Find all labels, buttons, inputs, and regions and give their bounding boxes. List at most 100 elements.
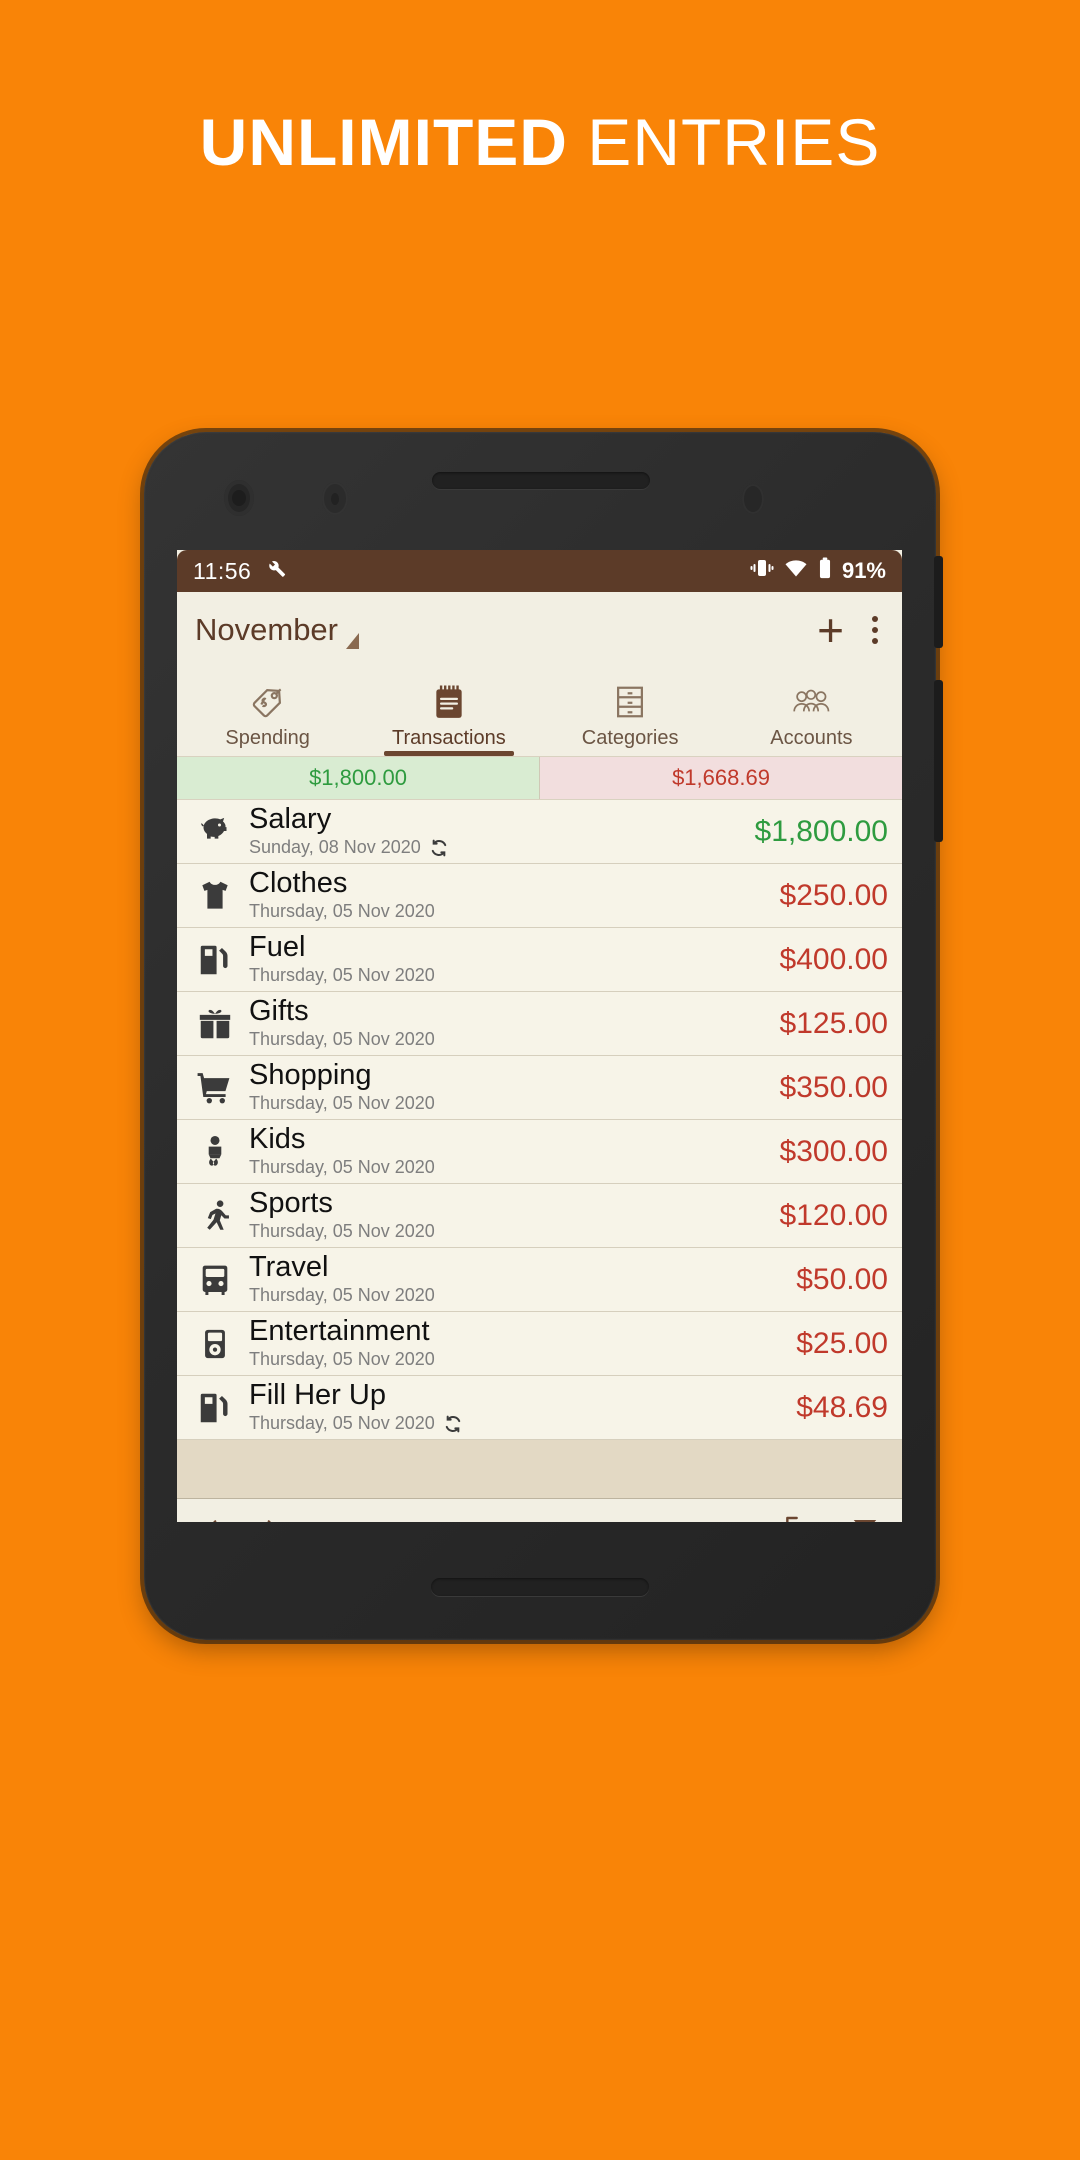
transaction-title: Fill Her Up [249,1378,386,1411]
earpiece-speaker [432,472,650,489]
fuel-pump-icon [187,941,243,979]
front-camera-icon [742,484,764,514]
wifi-icon [784,558,808,584]
transaction-title: Travel [249,1250,329,1283]
baby-icon [187,1133,243,1171]
transaction-date: Thursday, 05 Nov 2020 [249,1157,435,1178]
transaction-date: Thursday, 05 Nov 2020 [249,901,435,922]
tab-spending[interactable]: Spending [177,668,358,756]
transaction-date-row: Thursday, 05 Nov 2020 [249,1157,770,1178]
transaction-date-row: Thursday, 05 Nov 2020 [249,1413,786,1434]
transaction-body: Shopping Thursday, 05 Nov 2020 [243,1058,770,1115]
price-tag-icon [249,680,287,724]
status-bar: 11:56 91% [177,550,902,592]
promo-headline-bold: UNLIMITED [199,105,568,179]
tab-transactions[interactable]: Transactions [358,668,539,756]
transaction-body: Gifts Thursday, 05 Nov 2020 [243,994,770,1051]
transaction-date: Thursday, 05 Nov 2020 [249,1413,435,1434]
transaction-date-row: Thursday, 05 Nov 2020 [249,1029,770,1050]
expense-total[interactable]: $1,668.69 [540,757,902,799]
transaction-title: Fuel [249,930,306,963]
people-icon [791,680,831,724]
transaction-row[interactable]: Shopping Thursday, 05 Nov 2020 $350.00 [177,1056,902,1120]
transaction-row[interactable]: Travel Thursday, 05 Nov 2020 $50.00 [177,1248,902,1312]
transaction-title: Salary [249,802,332,835]
transaction-amount: $300.00 [779,1134,888,1168]
transaction-amount: $350.00 [779,1070,888,1104]
bottom-speaker [431,1578,649,1596]
tab-accounts-label: Accounts [770,727,853,749]
transaction-amount: $400.00 [779,942,888,976]
transaction-list[interactable]: Salary Sunday, 08 Nov 2020 $1,800.00 Clothe… [177,800,902,1440]
transaction-title: Entertainment [249,1314,430,1347]
transaction-date: Thursday, 05 Nov 2020 [249,1029,435,1050]
transaction-title: Sports [249,1186,333,1219]
transaction-date-row: Thursday, 05 Nov 2020 [249,965,770,986]
bus-icon [187,1261,243,1299]
transaction-date: Thursday, 05 Nov 2020 [249,965,435,986]
transaction-date-row: Thursday, 05 Nov 2020 [249,1093,770,1114]
month-selector-label[interactable]: November [195,612,338,648]
proximity-sensor-icon [224,480,254,516]
transaction-amount: $250.00 [779,878,888,912]
phone-screen: 11:56 91% November + Spending Transactio… [177,550,902,1522]
fuel-pump-icon [187,1389,243,1427]
tab-bar: Spending Transactions Categories Account… [177,668,902,757]
tab-categories[interactable]: Categories [540,668,721,756]
filter-icon[interactable] [850,1515,880,1522]
transaction-body: Kids Thursday, 05 Nov 2020 [243,1122,770,1179]
notepad-icon [430,680,468,724]
transaction-body: Clothes Thursday, 05 Nov 2020 [243,866,770,923]
transaction-date-row: Sunday, 08 Nov 2020 [249,837,745,858]
overflow-menu-icon[interactable] [872,616,878,644]
transaction-date-row: Thursday, 05 Nov 2020 [249,1349,786,1370]
transaction-date: Thursday, 05 Nov 2020 [249,1285,435,1306]
add-transaction-button[interactable]: + [817,607,844,653]
status-time: 11:56 [193,557,252,584]
media-player-icon [187,1325,243,1363]
transaction-body: Salary Sunday, 08 Nov 2020 [243,802,745,859]
transaction-row[interactable]: Kids Thursday, 05 Nov 2020 $300.00 [177,1120,902,1184]
transaction-row[interactable]: Fill Her Up Thursday, 05 Nov 2020 $48.69 [177,1376,902,1440]
export-icon[interactable] [782,1514,814,1522]
transaction-date: Thursday, 05 Nov 2020 [249,1349,435,1370]
tab-spending-label: Spending [225,727,310,749]
transaction-row[interactable]: Sports Thursday, 05 Nov 2020 $120.00 [177,1184,902,1248]
dropdown-caret-icon[interactable] [346,633,359,649]
transaction-body: Fuel Thursday, 05 Nov 2020 [243,930,770,987]
transaction-amount: $125.00 [779,1006,888,1040]
tab-categories-label: Categories [581,727,679,749]
file-cabinet-icon [611,680,649,724]
transaction-amount: $48.69 [796,1390,888,1424]
transaction-date: Sunday, 08 Nov 2020 [249,837,421,858]
tshirt-icon [187,877,243,915]
vibrate-icon [750,558,774,584]
running-icon [187,1197,243,1235]
transaction-row[interactable]: Fuel Thursday, 05 Nov 2020 $400.00 [177,928,902,992]
recurring-icon [429,838,449,858]
summary-bar: $1,800.00 $1,668.69 [177,757,902,800]
promo-headline: UNLIMITED ENTRIES [0,104,1080,180]
transaction-row[interactable]: Clothes Thursday, 05 Nov 2020 $250.00 [177,864,902,928]
volume-button[interactable] [934,680,943,842]
transaction-row[interactable]: Salary Sunday, 08 Nov 2020 $1,800.00 [177,800,902,864]
transaction-title: Kids [249,1122,306,1155]
transaction-title: Shopping [249,1058,372,1091]
transaction-date: Thursday, 05 Nov 2020 [249,1093,435,1114]
battery-icon [818,557,832,585]
transaction-title: Gifts [249,994,309,1027]
light-sensor-icon [322,482,348,515]
tab-accounts[interactable]: Accounts [721,668,902,756]
transaction-row[interactable]: Gifts Thursday, 05 Nov 2020 $125.00 [177,992,902,1056]
transaction-row[interactable]: Entertainment Thursday, 05 Nov 2020 $25.00 [177,1312,902,1376]
transaction-date-row: Thursday, 05 Nov 2020 [249,1285,786,1306]
chevron-right-icon[interactable] [259,1514,285,1522]
shopping-cart-icon [187,1069,243,1107]
power-button[interactable] [934,556,943,648]
transaction-body: Entertainment Thursday, 05 Nov 2020 [243,1314,786,1371]
chevron-left-icon[interactable] [199,1514,225,1522]
transaction-body: Travel Thursday, 05 Nov 2020 [243,1250,786,1307]
transaction-title: Clothes [249,866,348,899]
transaction-amount: $1,800.00 [754,814,888,848]
income-total[interactable]: $1,800.00 [177,757,540,799]
